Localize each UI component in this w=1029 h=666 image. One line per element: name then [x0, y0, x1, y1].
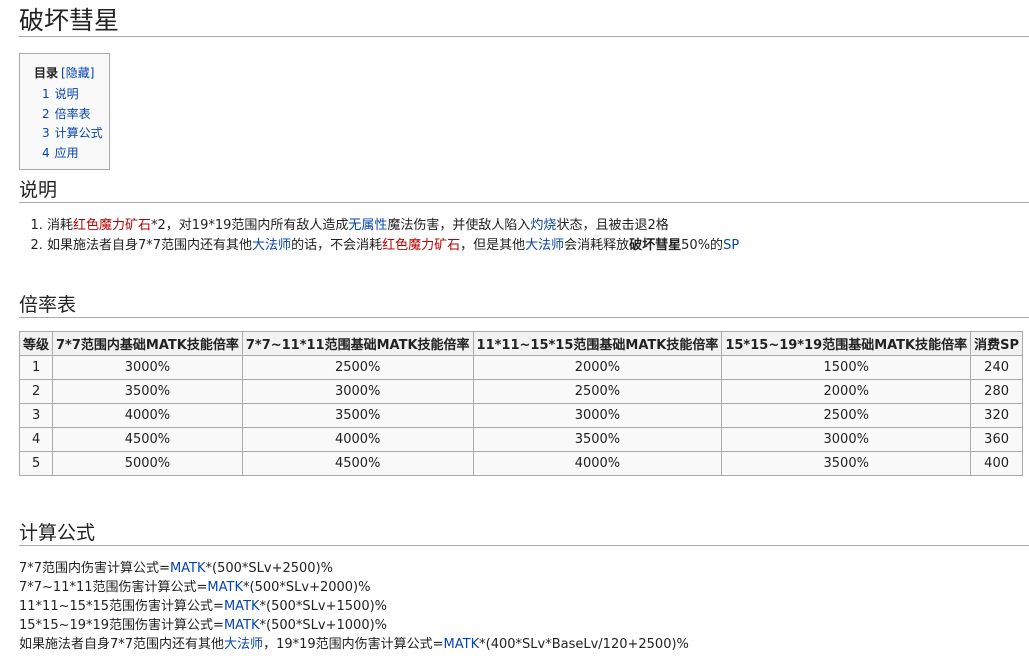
wizard-link[interactable]: 大法师 — [224, 637, 263, 652]
red-ore-link[interactable]: 红色魔力矿石 — [73, 218, 151, 233]
table-row: 5 5000% 4500% 4000% 3500% 400 — [18, 451, 1024, 476]
cell: 4000% — [52, 403, 243, 428]
matk-link[interactable]: MATK — [207, 580, 243, 595]
desc-list: 消耗红色魔力矿石*2，对19*19范围内所有敌人造成无属性魔法伤害，并使敌人陷入… — [19, 216, 739, 256]
desc-item-1: 消耗红色魔力矿石*2，对19*19范围内所有敌人造成无属性魔法伤害，并使敌人陷入… — [47, 216, 739, 236]
col-header: 7*7~11*11范围基础MATK技能倍率 — [241, 331, 474, 356]
cell: 3500% — [721, 451, 972, 476]
no-attribute-link[interactable]: 无属性 — [348, 218, 387, 233]
cell-level: 2 — [18, 379, 54, 404]
formula-line: 15*15~19*19范围伤害计算公式=MATK*(500*SLv+1000)% — [19, 618, 388, 633]
toc-item-formula[interactable]: 3 计算公式 — [42, 124, 109, 144]
col-header: 消费SP — [970, 331, 1024, 356]
table-of-contents: 目录 [隐藏] 1 说明 2 倍率表 3 计算公式 4 应用 — [19, 53, 110, 170]
cell: 3000% — [472, 403, 723, 428]
cell: 3500% — [52, 379, 243, 404]
cell: 4500% — [241, 451, 474, 476]
formula-line: 7*7~11*11范围伤害计算公式=MATK*(500*SLv+2000)% — [19, 580, 371, 595]
toc-header: 目录 [隐藏] — [34, 64, 109, 81]
cell: 2000% — [472, 355, 723, 380]
cell: 2500% — [721, 403, 972, 428]
toc-item-usage[interactable]: 4 应用 — [42, 144, 109, 164]
col-header: 等级 — [18, 331, 54, 356]
col-header: 7*7范围内基础MATK技能倍率 — [52, 331, 243, 356]
cell: 4500% — [52, 427, 243, 452]
toc-title: 目录 — [34, 66, 59, 80]
table-header-row: 等级 7*7范围内基础MATK技能倍率 7*7~11*11范围基础MATK技能倍… — [18, 331, 1024, 356]
section-heading-formula: 计算公式 — [19, 521, 1029, 546]
cell: 2500% — [472, 379, 723, 404]
cell: 2000% — [721, 379, 972, 404]
wizard-link[interactable]: 大法师 — [525, 238, 564, 253]
page-title: 破坏彗星 — [19, 0, 1029, 37]
matk-link[interactable]: MATK — [224, 599, 260, 614]
col-header: 11*11~15*15范围基础MATK技能倍率 — [472, 331, 723, 356]
toc-item-rate-table[interactable]: 2 倍率表 — [42, 105, 109, 125]
article-content: 破坏彗星 目录[隐藏] 1说明 2倍率表 3计算公式 4应用 说明 消耗红色魔力… — [18, 0, 1029, 652]
cell-sp: 240 — [970, 355, 1024, 380]
cell-level: 4 — [18, 427, 54, 452]
formula-line: 7*7范围内伤害计算公式=MATK*(500*SLv+2500)% — [19, 561, 333, 576]
rate-table: 等级 7*7范围内基础MATK技能倍率 7*7~11*11范围基础MATK技能倍… — [18, 331, 1024, 476]
cell-level: 3 — [18, 403, 54, 428]
cell: 1500% — [721, 355, 972, 380]
desc-item-2: 如果施法者自身7*7范围内还有其他大法师的话，不会消耗红色魔力矿石，但是其他大法… — [47, 236, 739, 256]
cell-sp: 360 — [970, 427, 1024, 452]
burn-link[interactable]: 灼烧 — [530, 218, 556, 233]
cell: 4000% — [472, 451, 723, 476]
cell: 2500% — [241, 355, 474, 380]
skill-name-bold: 破坏彗星 — [629, 238, 682, 253]
matk-link[interactable]: MATK — [444, 637, 480, 652]
matk-link[interactable]: MATK — [224, 618, 260, 633]
cell-sp: 400 — [970, 451, 1024, 476]
cell: 3000% — [721, 427, 972, 452]
table-row: 2 3500% 3000% 2500% 2000% 280 — [18, 379, 1024, 404]
formula-line: 11*11~15*15范围伤害计算公式=MATK*(500*SLv+1500)% — [19, 599, 388, 614]
formula-line-wizard: 如果施法者自身7*7范围内还有其他大法师，19*19范围内伤害计算公式=MATK… — [19, 637, 689, 652]
section-heading-rate-table: 倍率表 — [19, 293, 1029, 318]
cell-sp: 280 — [970, 379, 1024, 404]
cell-sp: 320 — [970, 403, 1024, 428]
table-row: 3 4000% 3500% 3000% 2500% 320 — [18, 403, 1024, 428]
cell: 5000% — [52, 451, 243, 476]
toc-item-desc[interactable]: 1 说明 — [42, 85, 109, 105]
cell: 4000% — [241, 427, 474, 452]
table-row: 1 3000% 2500% 2000% 1500% 240 — [18, 355, 1024, 380]
table-row: 4 4500% 4000% 3500% 3000% 360 — [18, 427, 1024, 452]
cell: 3500% — [472, 427, 723, 452]
formula-block: 7*7范围内伤害计算公式=MATK*(500*SLv+2500)% 7*7~11… — [19, 559, 689, 654]
sp-link[interactable]: SP — [723, 238, 739, 253]
cell: 3500% — [241, 403, 474, 428]
col-header: 15*15~19*19范围基础MATK技能倍率 — [721, 331, 972, 356]
cell-level: 1 — [18, 355, 54, 380]
red-ore-link[interactable]: 红色魔力矿石 — [382, 238, 460, 253]
toc-list: 1 说明 2 倍率表 3 计算公式 4 应用 — [34, 85, 109, 163]
toc-hide-link[interactable]: [隐藏] — [61, 66, 94, 80]
cell: 3000% — [241, 379, 474, 404]
cell: 3000% — [52, 355, 243, 380]
section-heading-desc: 说明 — [19, 178, 1029, 203]
wizard-link[interactable]: 大法师 — [252, 238, 291, 253]
matk-link[interactable]: MATK — [170, 561, 206, 576]
cell-level: 5 — [18, 451, 54, 476]
